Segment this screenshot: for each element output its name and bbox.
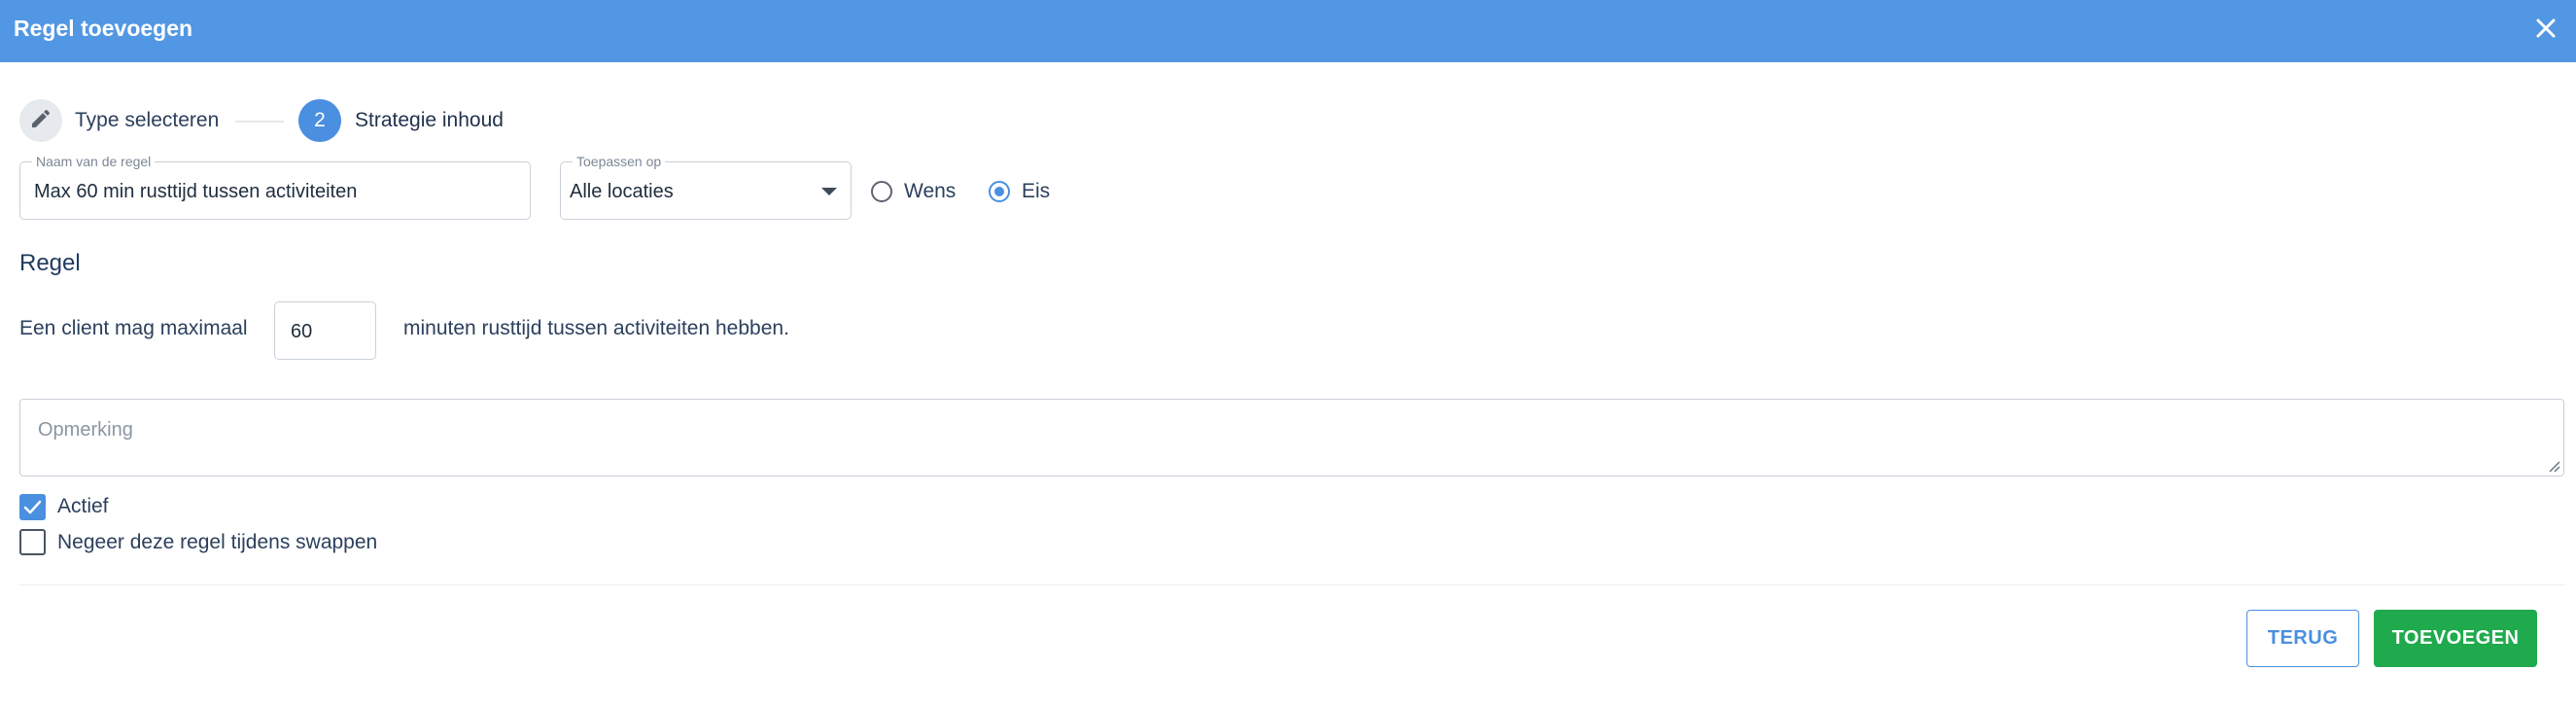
remark-placeholder: Opmerking <box>38 419 133 441</box>
ignore-swap-label[interactable]: Negeer deze regel tijdens swappen <box>57 530 377 555</box>
close-icon[interactable] <box>2531 14 2560 43</box>
radio-wens[interactable] <box>871 181 892 202</box>
rule-name-value[interactable]: Max 60 min rusttijd tussen activiteiten <box>34 179 357 204</box>
dialog-header: Regel toevoegen <box>0 0 2576 62</box>
remark-textarea[interactable]: Opmerking <box>19 399 2564 477</box>
apply-to-value[interactable]: Alle locaties <box>570 179 674 204</box>
apply-to-label: Toepassen op <box>573 154 666 169</box>
checkmark-icon <box>19 500 46 524</box>
ignore-swap-checkbox[interactable] <box>19 529 46 555</box>
rule-name-label: Naam van de regel <box>32 154 156 169</box>
footer-divider <box>19 584 2564 585</box>
add-button[interactable]: TOEVOEGEN <box>2374 610 2537 667</box>
dialog-title: Regel toevoegen <box>14 16 193 41</box>
rule-name-field[interactable]: Naam van de regel Max 60 min rusttijd tu… <box>19 154 531 220</box>
step-connector <box>235 121 284 123</box>
dropdown-arrow-icon[interactable] <box>821 188 837 195</box>
radio-eis-label[interactable]: Eis <box>1022 179 1050 204</box>
rule-prefix-text: Een client mag maximaal <box>19 317 248 339</box>
actief-label[interactable]: Actief <box>57 494 109 519</box>
resize-grip-icon[interactable] <box>2547 459 2560 473</box>
pencil-icon <box>29 107 52 135</box>
max-minutes-input[interactable]: 60 <box>274 301 376 360</box>
section-title-regel: Regel <box>19 250 81 276</box>
back-button[interactable]: TERUG <box>2246 610 2359 667</box>
radio-eis[interactable] <box>989 181 1010 202</box>
actief-checkbox[interactable] <box>19 494 46 520</box>
rule-suffix-text: minuten rusttijd tussen activiteiten heb… <box>403 317 789 339</box>
max-minutes-value[interactable]: 60 <box>291 319 312 344</box>
step-2-circle: 2 <box>298 99 341 142</box>
step-1-circle[interactable] <box>19 99 62 142</box>
step-2-label: Strategie inhoud <box>355 109 504 131</box>
radio-wens-label[interactable]: Wens <box>904 179 956 204</box>
apply-to-select[interactable]: Toepassen op Alle locaties <box>560 154 852 220</box>
step-1-label[interactable]: Type selecteren <box>75 108 219 133</box>
